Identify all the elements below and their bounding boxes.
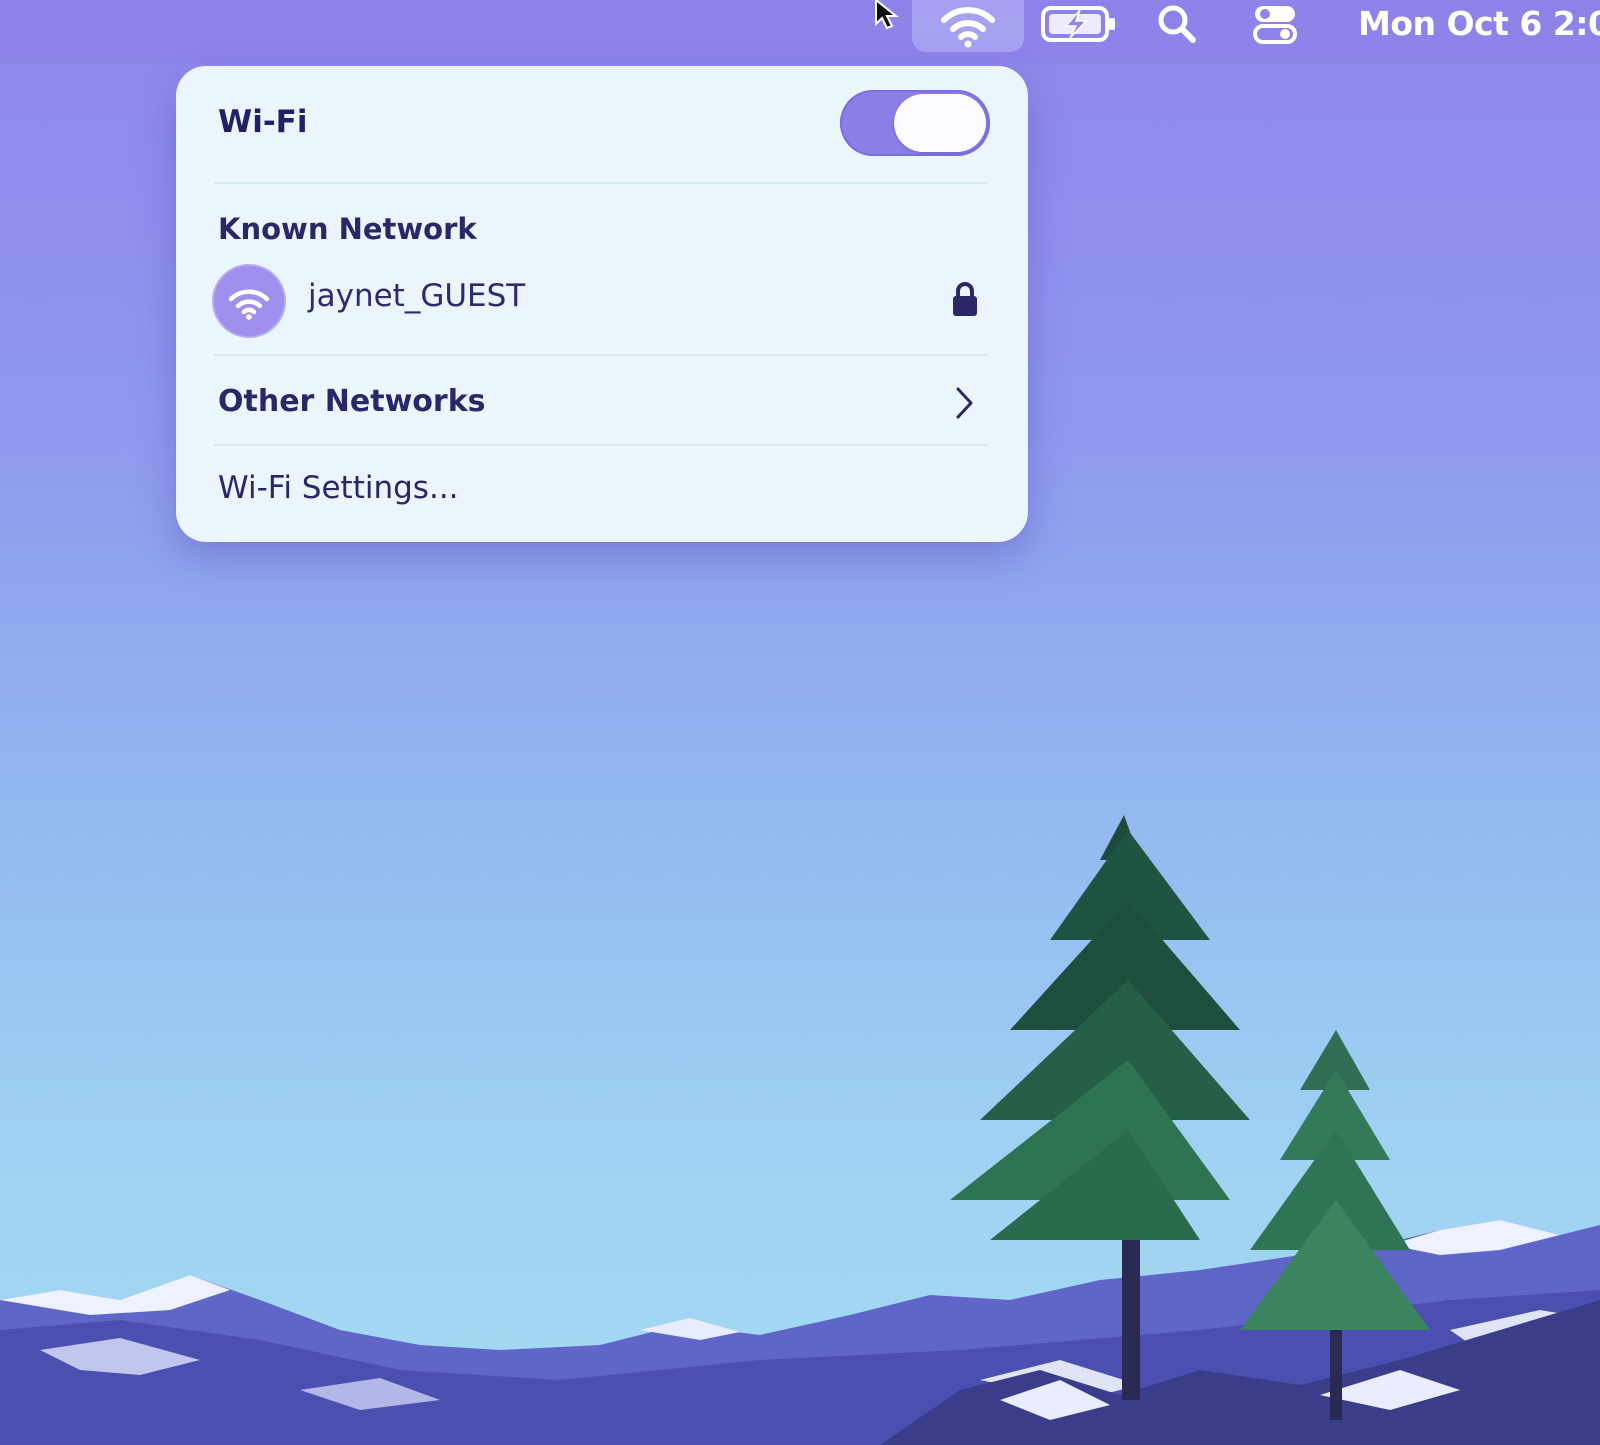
menu-bar: Mon Oct 6 2:0 — [0, 0, 1600, 64]
wifi-panel-title: Wi-Fi — [218, 104, 308, 140]
network-name: jaynet_GUEST — [308, 278, 526, 314]
menubar-wifi-button[interactable] — [912, 0, 1024, 52]
menubar-control-center-button[interactable] — [1250, 0, 1300, 48]
other-networks-label: Other Networks — [218, 384, 486, 419]
wifi-settings-item[interactable]: Wi-Fi Settings... — [210, 450, 1000, 526]
menubar-spotlight-button[interactable] — [1152, 0, 1202, 48]
battery-charging-icon — [1041, 6, 1115, 42]
other-networks-item[interactable]: Other Networks — [210, 362, 1000, 446]
chevron-right-icon — [956, 387, 973, 419]
wifi-menu-panel: Wi-Fi Known Network jaynet_GUEST Other N… — [176, 66, 1028, 542]
wifi-toggle-knob — [894, 94, 986, 152]
search-icon — [1158, 5, 1196, 43]
cursor-icon — [875, 0, 899, 30]
known-network-heading: Known Network — [218, 212, 477, 246]
network-wifi-badge — [214, 266, 284, 336]
wifi-settings-label: Wi-Fi Settings... — [218, 470, 459, 506]
menubar-battery-button[interactable] — [1040, 0, 1118, 48]
wifi-toggle[interactable] — [840, 90, 990, 156]
wifi-icon — [941, 7, 995, 48]
menubar-clock[interactable]: Mon Oct 6 2:0 — [1358, 4, 1600, 44]
divider — [214, 182, 988, 184]
divider — [214, 354, 988, 356]
wifi-icon — [228, 289, 270, 320]
lock-icon — [953, 282, 977, 316]
control-center-icon — [1253, 6, 1297, 44]
known-network-item[interactable]: jaynet_GUEST — [210, 262, 1000, 336]
divider — [214, 444, 988, 446]
